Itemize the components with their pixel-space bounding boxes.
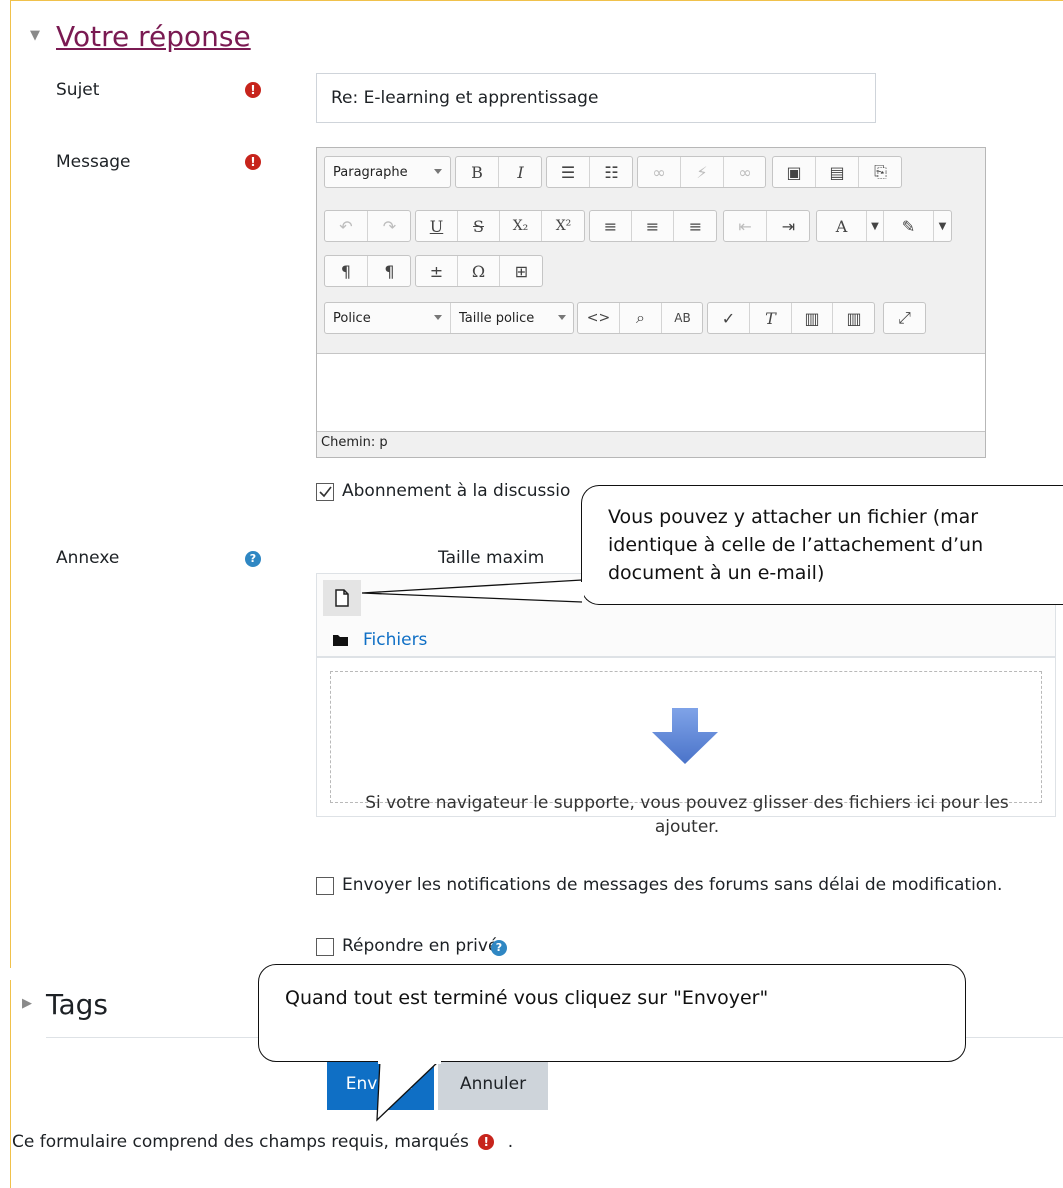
submit-callout-joint: [378, 1056, 441, 1064]
attachment-callout-line3: document à un e-mail): [608, 562, 825, 584]
submit-callout-text: Quand tout est terminé vous cliquez sur …: [285, 987, 769, 1009]
attachment-callout-pointer: [361, 579, 583, 603]
submit-callout: Quand tout est terminé vous cliquez sur …: [258, 964, 966, 1062]
attachment-callout: Vous pouvez y attacher un fichier (mar i…: [581, 485, 1063, 605]
submit-callout-pointer: [376, 1059, 441, 1122]
attachment-callout-line2: identique à celle de l’attachement d’un: [608, 534, 984, 556]
attachment-callout-joint: [578, 582, 584, 601]
attachment-callout-line1: Vous pouvez y attacher un fichier (mar: [608, 506, 979, 528]
